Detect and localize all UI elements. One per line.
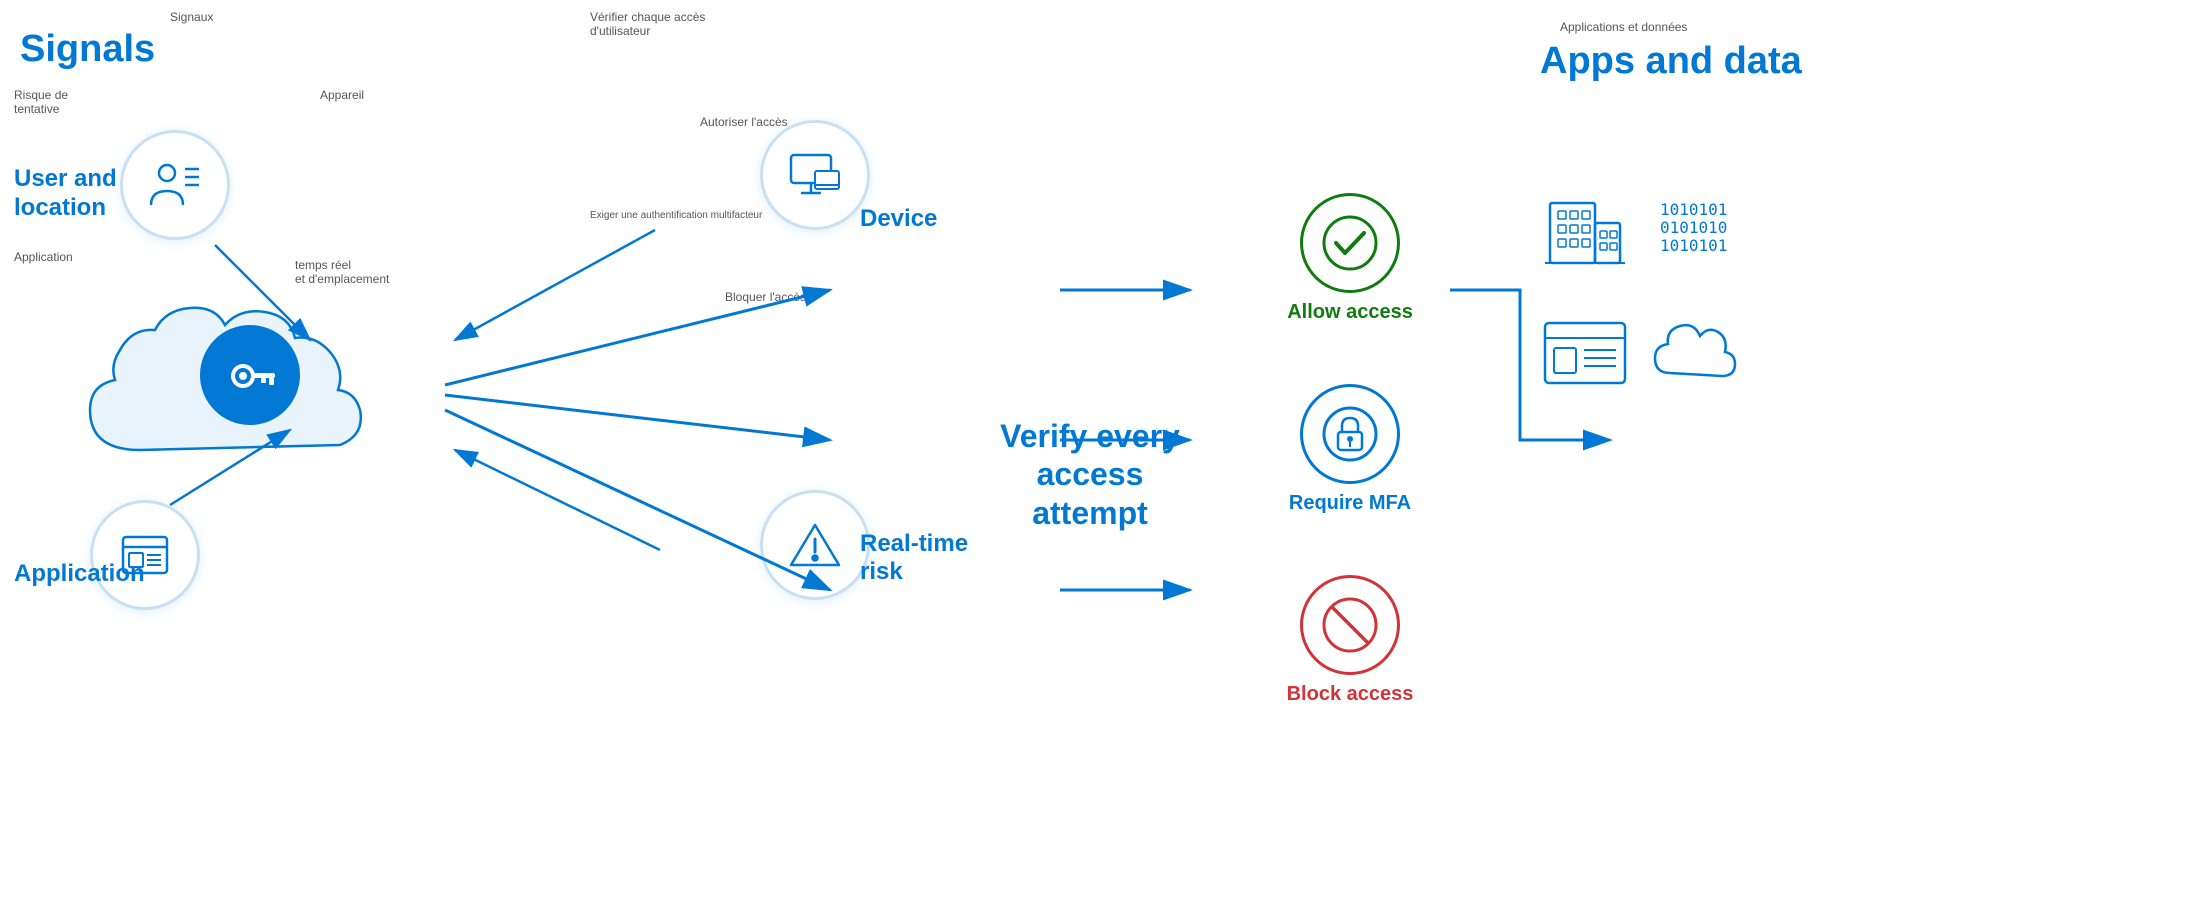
binary-data-icon: 1010101 0101010 1010101 (1650, 183, 1740, 273)
section-apps: Applications et données Apps and data (1500, 0, 1860, 899)
checkmark-icon (1320, 213, 1380, 273)
apps-icons-grid: 1010101 0101010 1010101 (1540, 183, 1740, 403)
allow-access-option: Allow access (1287, 193, 1413, 324)
verify-attempt-title: Verify every access attempt (980, 387, 1200, 532)
dashboard-icon (1540, 308, 1630, 398)
device-icon (787, 147, 843, 203)
fr-bloquer-label: Bloquer l'accès (725, 290, 806, 304)
block-access-label: Block access (1287, 683, 1414, 706)
cloud-key-circle (200, 325, 300, 425)
application-label: Application (14, 560, 145, 588)
key-icon (223, 348, 277, 402)
fr-apps-data-label: Applications et données (1560, 20, 1687, 34)
apps-data-title: Apps and data (1540, 40, 1802, 83)
device-label: Device (860, 205, 937, 233)
block-access-option: Block access (1287, 575, 1414, 706)
realtime-risk-label: Real-timerisk (860, 530, 968, 586)
fr-autoriser-label: Autoriser l'accès (700, 115, 788, 129)
section-verify-en: Verify every access attempt (980, 367, 1200, 532)
cloud-apps-icon (1650, 308, 1740, 398)
user-location-circle (120, 130, 230, 240)
fr-exiger-label: Exiger une authentification multifacteur (590, 210, 762, 221)
section-signals: Signaux Signals Risque detentative Appar… (0, 0, 560, 899)
warning-icon (787, 517, 843, 573)
user-location-label: User andlocation (14, 165, 117, 223)
require-mfa-circle (1300, 384, 1400, 484)
require-mfa-option: Require MFA (1289, 384, 1411, 515)
cloud-container (60, 270, 440, 490)
device-circle (760, 120, 870, 230)
user-location-icon (147, 157, 203, 213)
block-icon (1320, 595, 1380, 655)
lock-person-icon (1320, 404, 1380, 464)
office-building-icon-item (1540, 183, 1630, 278)
section-verify: Vérifier chaque accèsd'utilisateur Autor… (560, 0, 980, 899)
svg-text:1010101: 1010101 (1660, 236, 1727, 255)
diagram-container: Signaux Signals Risque detentative Appar… (0, 0, 2201, 899)
fr-signaux-label: Signaux (170, 10, 213, 24)
cloud-apps-icon-item (1650, 308, 1740, 403)
dashboard-icon-item (1540, 308, 1630, 403)
allow-access-circle (1300, 193, 1400, 293)
signals-title: Signals (20, 28, 155, 71)
svg-text:0101010: 0101010 (1660, 218, 1727, 237)
realtime-risk-circle (760, 490, 870, 600)
binary-data-icon-item: 1010101 0101010 1010101 (1650, 183, 1740, 278)
require-mfa-label: Require MFA (1289, 492, 1411, 515)
office-building-icon (1540, 183, 1630, 273)
block-access-circle (1300, 575, 1400, 675)
allow-access-label: Allow access (1287, 301, 1413, 324)
fr-appareil-label: Appareil (320, 88, 364, 102)
fr-verifier-label: Vérifier chaque accèsd'utilisateur (590, 10, 705, 38)
fr-risque-label: Risque detentative (14, 88, 68, 116)
section-access: Allow access Require MFA (1200, 0, 1500, 899)
svg-text:1010101: 1010101 (1660, 200, 1727, 219)
application-circle (90, 500, 200, 610)
fr-application-label: Application (14, 250, 73, 264)
